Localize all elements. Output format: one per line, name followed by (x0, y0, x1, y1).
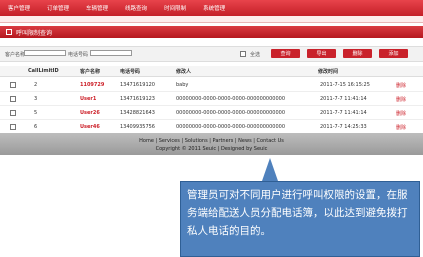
header-customer-name: 客户名称 (80, 69, 101, 75)
row-customer-name: 1109729 (80, 82, 105, 88)
row-delete-link[interactable]: 删除 (396, 124, 406, 131)
row-delete-link[interactable]: 删除 (396, 110, 406, 117)
row-phone: 13409935756 (120, 124, 155, 130)
row-delete-link[interactable]: 删除 (396, 82, 406, 89)
table-row: 6 User46 13409935756 00000000-0000-0000-… (0, 119, 423, 134)
row-modifier: 00000000-0000-0000-0000-000000000000 (176, 124, 286, 130)
nav-item-vehicles[interactable]: 车辆管理 (86, 4, 108, 12)
row-id: 3 (34, 96, 38, 102)
row-checkbox[interactable] (10, 124, 16, 130)
table-header: CallLimitID 客户名称 电话号码 修改人 修改时间 (0, 66, 423, 77)
footer: Home | Services | Solutions | Partners |… (0, 133, 423, 155)
title-square-icon (6, 29, 12, 35)
table-row: 2 1109729 13471619120 baby 2011-7-15 16:… (0, 77, 423, 92)
row-modified-time: 2011-7-15 16:15:25 (320, 82, 370, 88)
nav-item-customers[interactable]: 客户管理 (8, 4, 30, 12)
customer-name-label: 客户名称 (5, 52, 26, 58)
row-checkbox[interactable] (10, 96, 16, 102)
sub-nav-bar (0, 16, 423, 23)
nav-item-routes[interactable]: 线路查询 (125, 4, 147, 12)
row-id: 5 (34, 110, 38, 116)
phone-label: 电话号码 (68, 52, 89, 58)
callout-pointer (262, 158, 278, 181)
table-row: 5 User26 13428821643 00000000-0000-0000-… (0, 105, 423, 120)
row-id: 6 (34, 124, 38, 130)
callout-box: 管理员可对不同用户进行呼叫权限的设置，在服务端给配送人员分配电话簿，以此达到避免… (180, 181, 420, 257)
phone-input[interactable] (90, 50, 132, 56)
row-modified-time: 2011-7-7 11:41:14 (320, 110, 367, 116)
row-checkbox[interactable] (10, 110, 16, 116)
footer-links[interactable]: Home | Services | Solutions | Partners |… (0, 138, 423, 144)
row-customer-name: User1 (80, 96, 97, 102)
query-button[interactable]: 查询 (271, 49, 300, 58)
callout-text: 管理员可对不同用户进行呼叫权限的设置，在服务端给配送人员分配电话簿，以此达到避免… (187, 189, 408, 237)
select-all-checkbox[interactable] (240, 51, 246, 57)
nav-item-orders[interactable]: 订单管理 (47, 4, 69, 12)
page-title: 呼叫限制查询 (16, 29, 53, 37)
row-customer-name: User26 (80, 110, 100, 116)
header-modifier: 修改人 (176, 69, 192, 75)
export-button[interactable]: 导出 (307, 49, 336, 58)
delete-button[interactable]: 删除 (343, 49, 372, 58)
add-button[interactable]: 添加 (379, 49, 408, 58)
row-phone: 13471619120 (120, 82, 155, 88)
header-phone: 电话号码 (120, 69, 141, 75)
row-modifier: 00000000-0000-0000-0000-000000000000 (176, 110, 286, 116)
row-customer-name: User46 (80, 124, 100, 130)
nav-item-system[interactable]: 系统管理 (203, 4, 225, 12)
table-row: 3 User1 13471619123 00000000-0000-0000-0… (0, 91, 423, 106)
row-modifier: baby (176, 82, 189, 88)
page-title-bar: 呼叫限制查询 (0, 26, 423, 38)
row-modified-time: 2011-7-7 11:41:14 (320, 96, 367, 102)
select-all-label: 全选 (250, 52, 261, 58)
row-phone: 13471619123 (120, 96, 155, 102)
row-modified-time: 2011-7-7 14:25:33 (320, 124, 367, 130)
row-checkbox[interactable] (10, 82, 16, 88)
footer-copyright: Copyright © 2011 Seuic | Designed by Seu… (155, 146, 268, 152)
row-phone: 13428821643 (120, 110, 155, 116)
row-delete-link[interactable]: 删除 (396, 96, 406, 103)
top-nav: 客户管理 订单管理 车辆管理 线路查询 时间限制 系统管理 (0, 0, 423, 16)
row-modifier: 00000000-0000-0000-0000-000000000000 (176, 96, 286, 102)
row-id: 2 (34, 82, 38, 88)
header-modified-time: 修改时间 (318, 69, 339, 75)
customer-name-input[interactable] (24, 50, 66, 56)
header-calllimitid: CallLimitID (28, 68, 59, 74)
search-bar: 客户名称 电话号码 全选 查询 导出 删除 添加 (0, 46, 423, 62)
nav-item-time-limit[interactable]: 时间限制 (164, 4, 186, 12)
